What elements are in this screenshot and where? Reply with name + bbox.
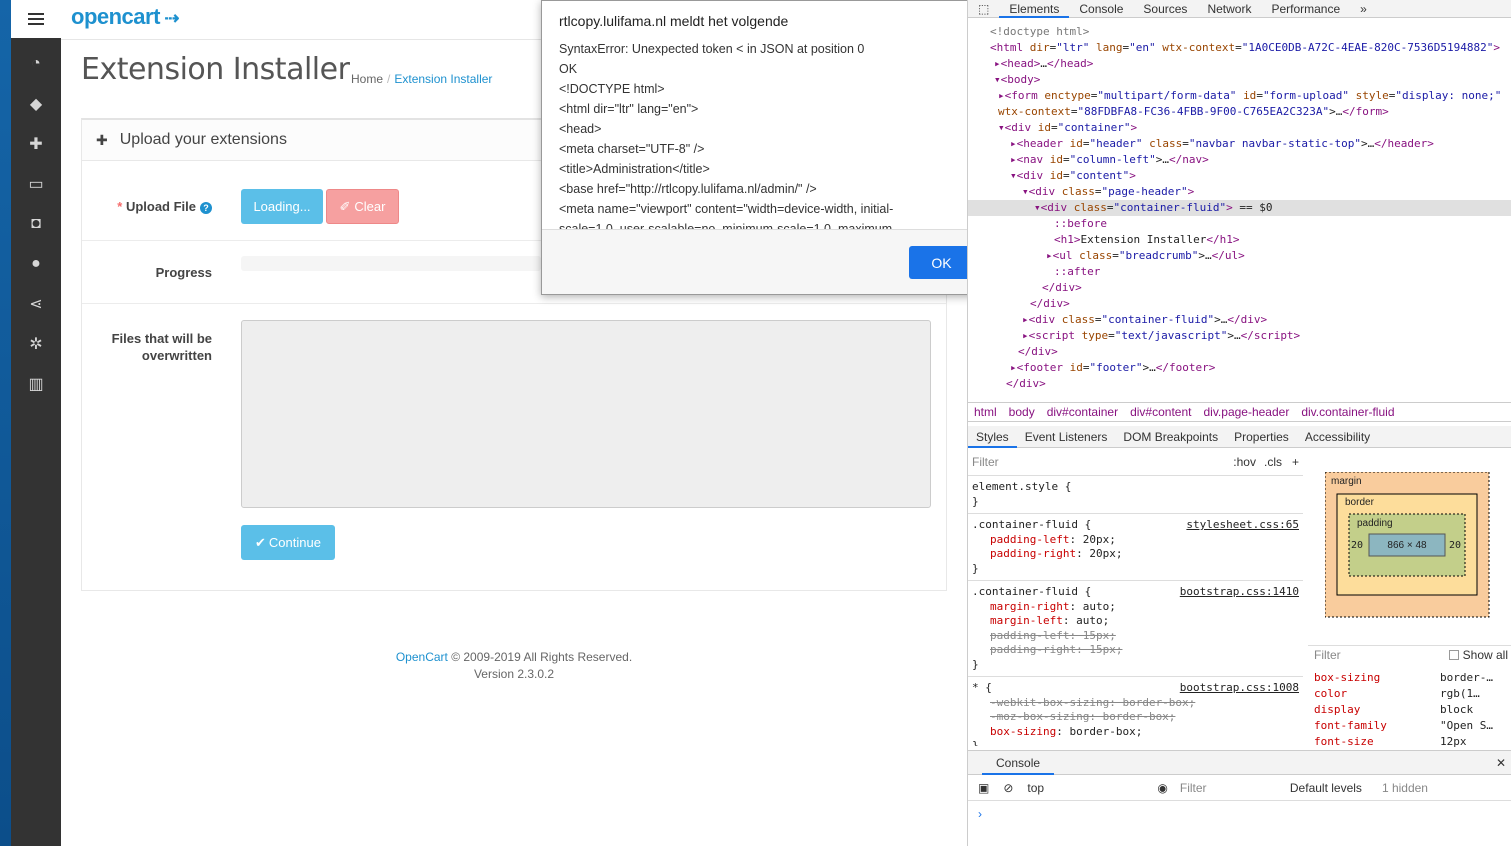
alert-dialog: rtlcopy.lulifama.nl meldt het volgende S… [541,0,990,295]
brand-text: opencart [71,4,160,29]
sidebar-toggle-icon[interactable]: ▣ [978,781,989,795]
opencart-link[interactable]: OpenCart [396,650,448,664]
console-prompt[interactable]: › [968,801,1511,827]
more-tabs-icon[interactable]: » [1350,0,1377,18]
tab-styles[interactable]: Styles [968,426,1017,448]
crumb-content[interactable]: div#content [1130,405,1191,419]
styles-tabs: Styles Event Listeners DOM Breakpoints P… [968,426,1511,448]
alert-title: rtlcopy.lulifama.nl meldt het volgende [559,13,789,29]
show-all-checkbox[interactable] [1448,650,1459,660]
devtools-panel: ⬚ Elements Console Sources Network Perfo… [967,0,1511,846]
hov-toggle[interactable]: :hov [1233,455,1256,470]
puzzle-icon[interactable]: ✚ [29,124,42,164]
crumb-page-header[interactable]: div.page-header [1203,405,1289,419]
close-icon[interactable]: ✕ [1496,756,1506,770]
clear-button[interactable]: ✐ Clear [326,189,399,224]
inspect-icon[interactable]: ⬚ [968,0,999,18]
overwrite-textarea[interactable] [241,320,931,508]
opencart-logo[interactable]: opencart ⇢ [71,4,180,30]
breadcrumb-separator: / [387,72,391,86]
tags-icon[interactable]: ◆ [30,84,42,124]
crumb-body[interactable]: body [1009,405,1035,419]
box-content-size: 866 × 48 [1387,540,1427,551]
dom-tree[interactable]: <!doctype html> <html dir="ltr" lang="en… [968,24,1511,400]
cog-icon[interactable]: ✲ [29,324,42,364]
desktop-icon[interactable]: ▭ [28,164,43,204]
console-filter-input[interactable]: Filter [1180,781,1290,795]
footer: OpenCart © 2009-2019 All Rights Reserved… [394,649,634,683]
tab-accessibility[interactable]: Accessibility [1297,426,1378,448]
menu-toggle-button[interactable] [11,0,61,38]
clear-console-icon[interactable]: ⊘ [1003,781,1013,795]
share-icon[interactable]: ⋖ [29,284,42,324]
continue-button[interactable]: ✔ Continue [241,525,335,560]
page-header: Extension Installer [81,52,350,87]
page-title: Extension Installer [81,52,350,87]
ok-button[interactable]: OK [909,246,974,279]
panel-title: Upload your extensions [119,131,287,148]
cls-toggle[interactable]: .cls [1264,455,1282,470]
cart-logo-icon: ⇢ [159,8,180,28]
divider [82,303,946,304]
bar-chart-icon[interactable]: ▥ [28,364,43,404]
breadcrumb-current[interactable]: Extension Installer [394,72,492,86]
version-text: Version 2.3.0.2 [473,667,555,681]
desktop-edge [0,0,11,846]
crumb-container-fluid[interactable]: div.container-fluid [1301,405,1394,419]
dashboard-icon[interactable]: ◔ [31,44,41,84]
levels-select[interactable]: Default levels [1290,781,1362,795]
console-drawer: Console ✕ ▣ ⊘ top ◉ Filter Default levels… [968,750,1511,846]
overwrite-label: Files that will be overwritten [111,331,212,363]
tab-network[interactable]: Network [1197,0,1261,18]
dom-breadcrumb: html body div#container div#content div.… [968,402,1511,422]
alert-message: SyntaxError: Unexpected token < in JSON … [559,42,897,231]
breadcrumb: Home / Extension Installer [351,72,492,86]
crumb-container[interactable]: div#container [1047,405,1118,419]
tab-elements[interactable]: Elements [999,0,1070,18]
tab-performance[interactable]: Performance [1261,0,1350,18]
admin-sidebar: ◔ ◆ ✚ ▭ ◘ ● ⋖ ✲ ▥ [11,0,61,846]
puzzle-piece-icon: ✚ [96,131,108,148]
user-icon[interactable]: ● [31,244,41,284]
computed-pane: Filter Show all box-sizing border-… color r… [1308,645,1511,748]
check-icon: ✔ [255,534,266,550]
eraser-icon: ✐ [339,198,351,214]
tab-console[interactable]: Console [1069,0,1133,18]
tab-sources[interactable]: Sources [1133,0,1197,18]
styles-pane: Filter:hov .cls + element.style {} stylesh… [968,450,1303,746]
tab-dom-breakpoints[interactable]: DOM Breakpoints [1115,426,1226,448]
copyright-text: © 2009-2019 All Rights Reserved. [447,650,633,664]
devtools-tabs: ⬚ Elements Console Sources Network Perfo… [968,0,1511,18]
menu-icon [28,13,44,25]
box-model-diagram: margin border padding 866 × 48 20 20 [1309,454,1509,644]
breadcrumb-home[interactable]: Home [351,72,383,86]
eye-icon[interactable]: ◉ [1157,781,1167,795]
console-drawer-title[interactable]: Console [982,751,1055,775]
upload-file-label: * Upload File? [90,199,212,214]
hidden-count: 1 hidden [1381,780,1428,795]
styles-filter-input[interactable]: Filter [972,455,1233,470]
tab-event-listeners[interactable]: Event Listeners [1017,426,1116,448]
tab-properties[interactable]: Properties [1226,426,1297,448]
progress-label: Progress [155,265,212,280]
help-icon[interactable]: ? [200,202,212,214]
context-select[interactable]: top [1027,781,1157,795]
progress-bar [241,256,541,271]
add-rule-icon[interactable]: + [1292,455,1299,470]
computed-filter-input[interactable]: Filter [1314,647,1449,663]
cart-icon[interactable]: ◘ [31,204,41,244]
crumb-html[interactable]: html [974,405,997,419]
loading-button[interactable]: Loading... [241,189,323,224]
